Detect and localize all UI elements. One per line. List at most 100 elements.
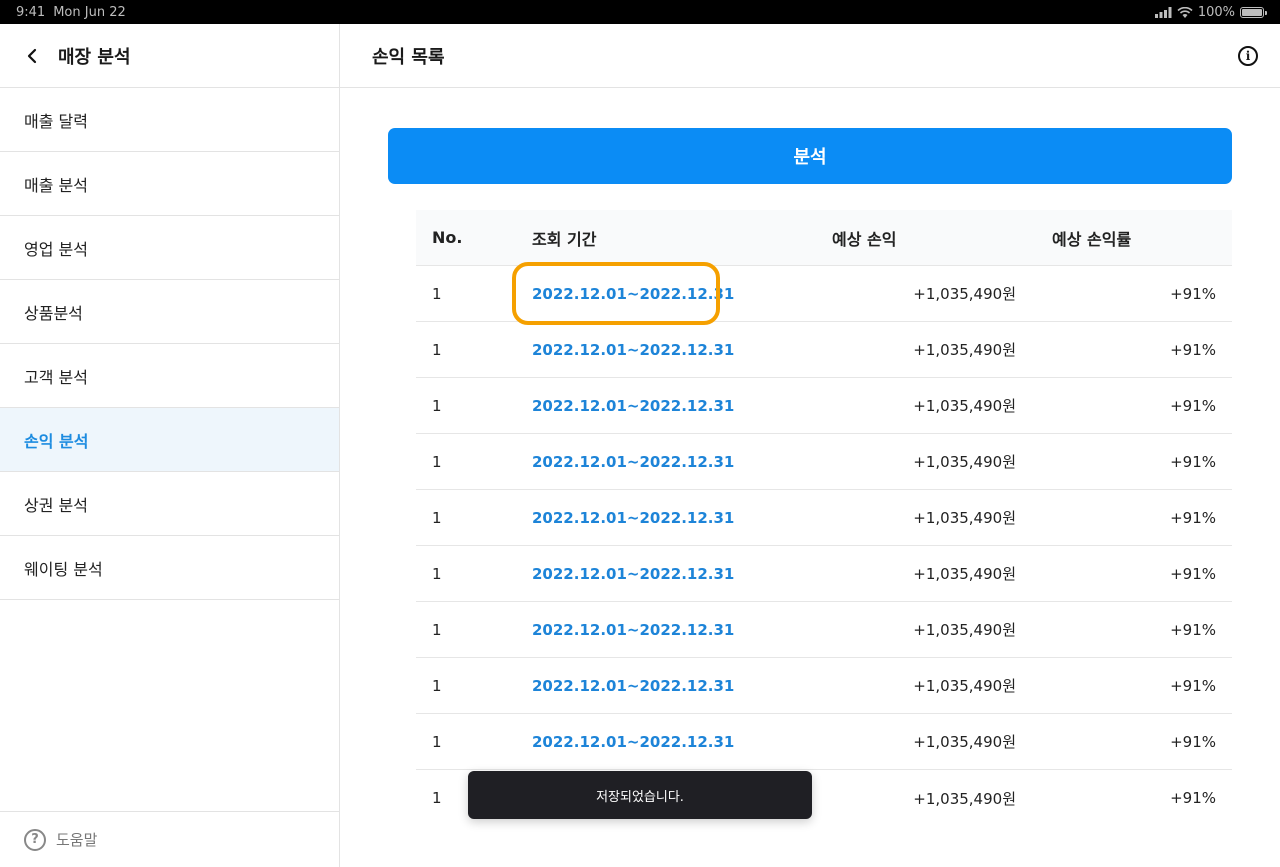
- cell-period: 2022.12.01~2022.12.31: [532, 509, 832, 527]
- sidebar-item-label: 손익 분석: [24, 431, 89, 451]
- table-body: 1 2022.12.01~2022.12.31 +1,035,490원 +91% 1 20…: [416, 266, 1232, 826]
- sidebar-item-waiting-analysis[interactable]: 웨이팅 분석: [0, 536, 339, 600]
- status-indicators: 100%: [1154, 4, 1267, 20]
- battery-percent: 100%: [1197, 4, 1235, 20]
- cell-rate: +91%: [1170, 564, 1216, 583]
- sidebar-item-label: 매출 달력: [24, 111, 88, 131]
- sidebar-item-product-analysis[interactable]: 상품분석: [0, 280, 339, 344]
- cell-no: 1: [432, 452, 442, 471]
- cell-period: 2022.12.01~2022.12.31: [532, 733, 832, 751]
- cell-period: 2022.12.01~2022.12.31: [532, 341, 832, 359]
- sidebar-item-label: 상품분석: [24, 303, 83, 323]
- cell-no: 1: [432, 396, 442, 415]
- cell-rate: +91%: [1170, 620, 1216, 639]
- cell-period: 2022.12.01~2022.12.31: [532, 565, 832, 583]
- sidebar-item-label: 영업 분석: [24, 239, 88, 259]
- sidebar-item-trade-area-analysis[interactable]: 상권 분석: [0, 472, 339, 536]
- cell-no: 1: [432, 620, 442, 639]
- question-circle-icon: ?: [24, 828, 46, 851]
- help-button[interactable]: ? 도움말: [0, 811, 339, 867]
- table-row: 1 2022.12.01~2022.12.31 +1,035,490원 +91%: [416, 602, 1232, 658]
- cell-profit: +1,035,490원: [913, 509, 1016, 527]
- sidebar-item-business-analysis[interactable]: 영업 분석: [0, 216, 339, 280]
- cell-profit: +1,035,490원: [913, 789, 1016, 808]
- cell-rate: +91%: [1170, 340, 1216, 359]
- cell-rate: +91%: [1170, 396, 1216, 415]
- sidebar-item-profit-analysis[interactable]: 손익 분석: [0, 408, 339, 472]
- help-label: 도움말: [56, 831, 98, 849]
- status-date: Mon Jun 22: [53, 4, 126, 20]
- cell-rate: +91%: [1170, 732, 1216, 751]
- table-row: 1 2022.12.01~2022.12.31 +1,035,490원 +91%: [416, 322, 1232, 378]
- cell-period: 2022.12.01~2022.12.31: [532, 453, 832, 471]
- cell-rate: +91%: [1170, 789, 1216, 807]
- main-header: 손익 목록 i: [340, 24, 1280, 88]
- cell-profit: +1,035,490원: [913, 453, 1016, 471]
- info-icon[interactable]: i: [1238, 45, 1258, 66]
- sidebar: 매장 분석 매출 달력 매출 분석 영업 분석 상품분석 고객 분석 손익 분석…: [0, 24, 340, 867]
- header-period: 조회 기간: [532, 229, 597, 249]
- cell-rate: +91%: [1170, 676, 1216, 695]
- table-row: 1 2022.12.01~2022.12.31 +1,035,490원 +91%: [416, 658, 1232, 714]
- table-header: No. 조회 기간 예상 손익 예상 손익률: [416, 210, 1232, 266]
- signal-icon: [1154, 6, 1172, 18]
- status-time: 9:41: [16, 4, 46, 20]
- sidebar-title: 매장 분석: [58, 46, 131, 68]
- cell-rate: +91%: [1170, 508, 1216, 527]
- table-row: 1 2022.12.01~2022.12.31 +1,035,490원 +91%: [416, 434, 1232, 490]
- cell-profit: +1,035,490원: [913, 397, 1016, 415]
- cell-rate: +91%: [1170, 284, 1216, 303]
- period-link[interactable]: 2022.12.01~2022.12.31: [532, 453, 734, 471]
- cell-no: 1: [432, 508, 442, 527]
- profit-table: No. 조회 기간 예상 손익 예상 손익률 1 2022.12.01~2022.…: [416, 210, 1232, 826]
- toast-message: 저장되었습니다.: [468, 771, 812, 819]
- cell-profit: +1,035,490원: [913, 733, 1016, 751]
- chevron-left-icon[interactable]: [22, 46, 42, 66]
- header-profit: 예상 손익: [832, 229, 897, 249]
- sidebar-item-label: 웨이팅 분석: [24, 559, 103, 579]
- sidebar-item-label: 상권 분석: [24, 495, 88, 515]
- cell-profit: +1,035,490원: [913, 341, 1016, 359]
- wifi-icon: [1177, 6, 1193, 18]
- period-link[interactable]: 2022.12.01~2022.12.31: [532, 397, 734, 415]
- cell-profit: +1,035,490원: [913, 285, 1016, 303]
- sidebar-item-sales-analysis[interactable]: 매출 분석: [0, 152, 339, 216]
- table-row: 1 2022.12.01~2022.12.31 +1,035,490원 +91%: [416, 378, 1232, 434]
- cell-profit: +1,035,490원: [913, 621, 1016, 639]
- sidebar-item-customer-analysis[interactable]: 고객 분석: [0, 344, 339, 408]
- period-link[interactable]: 2022.12.01~2022.12.31: [532, 285, 734, 303]
- sidebar-item-label: 매출 분석: [24, 175, 88, 195]
- period-link[interactable]: 2022.12.01~2022.12.31: [532, 621, 734, 639]
- cell-no: 1: [432, 732, 442, 751]
- sidebar-item-sales-calendar[interactable]: 매출 달력: [0, 88, 339, 152]
- period-link[interactable]: 2022.12.01~2022.12.31: [532, 733, 734, 751]
- analyze-button[interactable]: 분석: [388, 128, 1232, 184]
- cell-no: 1: [432, 340, 442, 359]
- battery-icon: [1240, 6, 1267, 18]
- table-row: 1 2022.12.01~2022.12.31 +1,035,490원 +91%: [416, 546, 1232, 602]
- sidebar-item-label: 고객 분석: [24, 367, 88, 387]
- cell-period: 2022.12.01~2022.12.31: [532, 677, 832, 695]
- cell-rate: +91%: [1170, 452, 1216, 471]
- cell-no: 1: [432, 676, 442, 695]
- table-row: 1 2022.12.01~2022.12.31 +1,035,490원 +91%: [416, 266, 1232, 322]
- period-link[interactable]: 2022.12.01~2022.12.31: [532, 509, 734, 527]
- header-no: No.: [432, 228, 463, 247]
- status-bar: 9:41 Mon Jun 22 100%: [0, 0, 1280, 24]
- period-link[interactable]: 2022.12.01~2022.12.31: [532, 565, 734, 583]
- cell-period: 2022.12.01~2022.12.31: [532, 621, 832, 639]
- cell-no: 1: [432, 564, 442, 583]
- period-link[interactable]: 2022.12.01~2022.12.31: [532, 677, 734, 695]
- cell-profit: +1,035,490원: [913, 677, 1016, 695]
- table-row: 1 2022.12.01~2022.12.31 +1,035,490원 +91%: [416, 490, 1232, 546]
- main-panel: 손익 목록 i 분석 No. 조회 기간 예상 손익 예상 손익률 1 2022.…: [340, 24, 1280, 867]
- cell-period: 2022.12.01~2022.12.31: [532, 285, 832, 303]
- page-title: 손익 목록: [372, 46, 445, 68]
- cell-profit: +1,035,490원: [913, 565, 1016, 583]
- header-rate: 예상 손익률: [1052, 229, 1132, 249]
- period-link[interactable]: 2022.12.01~2022.12.31: [532, 341, 734, 359]
- cell-period: 2022.12.01~2022.12.31: [532, 397, 832, 415]
- cell-no: 1: [432, 284, 442, 303]
- sidebar-header: 매장 분석: [0, 24, 339, 88]
- table-row: 1 2022.12.01~2022.12.31 +1,035,490원 +91%: [416, 714, 1232, 770]
